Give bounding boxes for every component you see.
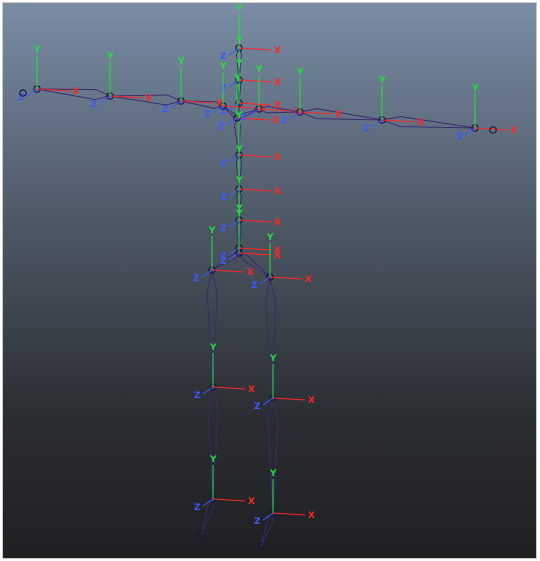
axis-z-label-left-hip: Z xyxy=(193,274,200,284)
axis-z-label-right-wrist: Z xyxy=(456,132,463,142)
axis-y-label-spine-2: Y xyxy=(235,145,243,155)
axis-x-label-right-shoulder: X xyxy=(335,110,342,120)
axis-x-label-left-elbow: X xyxy=(145,94,152,104)
axis-x-left-knee xyxy=(212,386,246,390)
axis-x-label-spine-1: X xyxy=(274,218,281,228)
axis-x-head xyxy=(238,79,272,83)
axis-z-label-left-clavicle: Z xyxy=(204,110,211,120)
axis-x-spine-3 xyxy=(238,154,272,158)
axis-y-label-spine-1: Y xyxy=(235,176,243,186)
axis-x-right-knee xyxy=(272,397,306,401)
axis-x-label-left-knee: X xyxy=(248,385,255,395)
axis-x-spine-2 xyxy=(238,188,272,192)
axis-x-label-neck-upper: X xyxy=(272,116,279,126)
axis-y-label-head-end: Y xyxy=(235,4,243,14)
axis-z-label-head-end: Z xyxy=(220,52,227,62)
axis-y-label-hips: Y xyxy=(235,209,243,219)
axis-y-label-left-ankle: Y xyxy=(209,455,217,465)
axis-z-label-hips: Z xyxy=(220,257,227,267)
axis-z-right-elbow xyxy=(371,119,383,128)
axis-y-label-left-hip: Y xyxy=(208,226,216,236)
bone-hips-to-right-hip[interactable] xyxy=(238,252,271,278)
axis-y-label-right-wrist: Y xyxy=(471,84,479,94)
axis-z-right-wrist xyxy=(464,127,476,136)
axis-x-label-spine-2: X xyxy=(274,187,281,197)
axis-x-label-right-wrist: X xyxy=(510,126,517,136)
axis-z-label-left-knee: Z xyxy=(194,391,201,401)
axis-x-label-head-end: X xyxy=(274,46,281,56)
joint-right-hand-end[interactable] xyxy=(489,126,497,134)
axis-y-label-left-elbow: Y xyxy=(106,52,114,62)
axis-x-head-end xyxy=(238,47,272,51)
axis-z-label-right-elbow: Z xyxy=(363,124,370,134)
axis-y-label-left-wrist: Y xyxy=(33,45,41,55)
axis-x-label-right-ankle: X xyxy=(308,511,315,521)
axis-x-label-hips: X xyxy=(274,251,281,261)
axis-y-label-right-clavicle: Y xyxy=(255,65,263,75)
axis-x-label-head: X xyxy=(274,78,281,88)
axis-y-label-right-hip: Y xyxy=(266,233,274,243)
bone-right-elbow-to-right-wrist[interactable] xyxy=(380,116,476,129)
axis-x-spine-1 xyxy=(238,219,272,223)
axis-x-label-right-elbow: X xyxy=(417,118,424,128)
axis-y-label-neck-upper: Y xyxy=(233,74,241,84)
axis-y-label-left-clavicle: Y xyxy=(219,62,227,72)
axis-z-label-spine-2: Z xyxy=(220,193,227,203)
axis-x-right-hip xyxy=(269,276,303,280)
axis-x-right-ankle xyxy=(272,512,306,516)
axis-x-label-left-wrist: X xyxy=(72,87,79,97)
axis-z-label-left-ankle: Z xyxy=(194,503,201,513)
axis-x-label-right-hip: X xyxy=(305,275,312,285)
axis-y-label-right-shoulder: Y xyxy=(296,68,304,78)
viewport-3d[interactable]: YXZYXZYXZYXZYXZYXZYXZYXZYXZYXZYXZYXZYXZY… xyxy=(2,2,537,559)
axis-z-label-left-shoulder: Z xyxy=(162,105,169,115)
axis-x-neck xyxy=(238,102,272,106)
axis-z-label-right-ankle: Z xyxy=(254,517,261,527)
axis-z-label-spine-3: Z xyxy=(220,159,227,169)
axis-z-label-right-knee: Z xyxy=(254,402,261,412)
axis-z-label-left-wrist: Z xyxy=(18,93,25,103)
axis-x-label-neck: X xyxy=(274,101,281,111)
axis-y-label-neck: Y xyxy=(235,59,243,69)
axis-x-label-left-hip: X xyxy=(247,268,254,278)
axis-x-label-left-shoulder: X xyxy=(216,99,223,109)
bone-left-hip-to-left-knee[interactable] xyxy=(206,269,218,388)
axis-x-left-ankle xyxy=(212,498,246,502)
axis-z-label-left-elbow: Z xyxy=(91,100,98,110)
skeleton-rig[interactable]: YXZYXZYXZYXZYXZYXZYXZYXZYXZYXZYXZYXZYXZY… xyxy=(3,3,537,559)
bone-right-hip-to-right-knee[interactable] xyxy=(265,276,277,399)
axis-y-label-right-ankle: Y xyxy=(269,469,277,479)
axis-x-label-spine-3: X xyxy=(274,153,281,163)
axis-z-left-wrist xyxy=(26,88,38,97)
bone-right-ankle-to-right-toe[interactable] xyxy=(260,511,274,547)
axis-z-label-right-clavicle: Z xyxy=(240,113,247,123)
axis-y-label-right-knee: Y xyxy=(269,354,277,364)
axis-z-label-right-hip: Z xyxy=(251,281,258,291)
axis-y-label-right-elbow: Y xyxy=(378,76,386,86)
axis-x-label-right-knee: X xyxy=(308,396,315,406)
axis-y-label-left-shoulder: Y xyxy=(177,57,185,67)
axis-z-label-neck-upper: Z xyxy=(218,122,225,132)
axis-z-label-spine-1: Z xyxy=(220,224,227,234)
axis-z-label-right-shoulder: Z xyxy=(281,116,288,126)
axis-x-spine-0 xyxy=(238,247,272,251)
axis-x-label-left-ankle: X xyxy=(248,497,255,507)
axis-y-label-left-knee: Y xyxy=(209,343,217,353)
bone-left-ankle-to-left-toe[interactable] xyxy=(201,497,215,535)
axis-x-left-hip xyxy=(211,269,245,273)
axis-y-label-head: Y xyxy=(235,36,243,46)
